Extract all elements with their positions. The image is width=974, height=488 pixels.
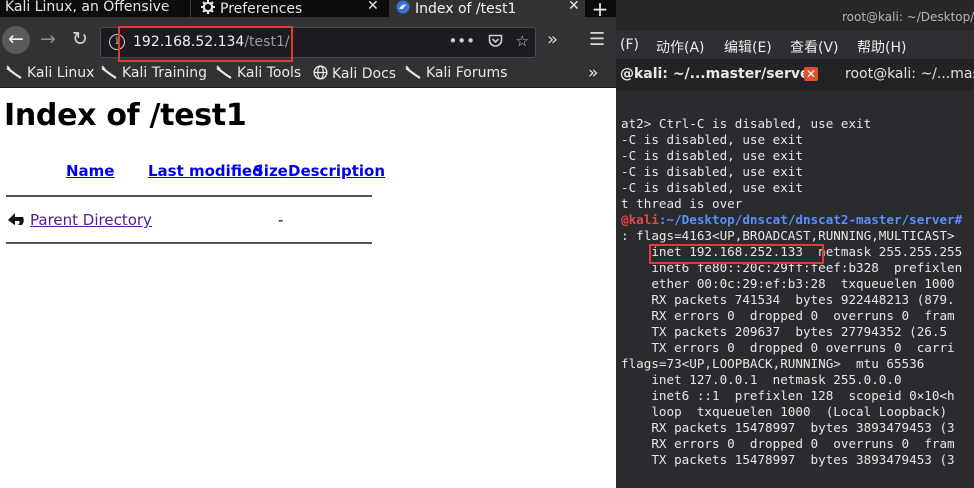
overflow-chevron-icon[interactable]: » xyxy=(547,29,558,50)
column-description-link[interactable]: Description xyxy=(288,162,385,180)
tab-index-of-test1[interactable]: Index of /test1 ✕ xyxy=(389,0,585,17)
menu-file[interactable]: (F) xyxy=(620,37,639,53)
browser-window: Kali Linux, an Offensive Preferences ✕ I… xyxy=(0,0,616,488)
terminal-line: -C is disabled, use exit xyxy=(621,180,803,195)
bookmark-star-icon[interactable]: ☆ xyxy=(516,32,529,50)
terminal-tab-server[interactable]: @kali: ~/...master/server xyxy=(620,66,816,82)
terminal-line: : flags=4163<UP,BROADCAST,RUNNING,MULTIC… xyxy=(621,228,955,243)
kali-dragon-icon xyxy=(6,65,23,83)
column-name-link[interactable]: Name xyxy=(66,162,114,180)
menu-view[interactable]: 查看(V) xyxy=(790,37,839,57)
terminal-output[interactable]: at2> Ctrl-C is disabled, use exit -C is d… xyxy=(616,90,974,488)
tab-label: Preferences xyxy=(220,1,303,17)
terminal-menubar: (F) 动作(A) 编辑(E) 查看(V) 帮助(H) xyxy=(616,31,974,59)
page-actions-icon[interactable]: ••• xyxy=(448,32,475,50)
forward-button[interactable]: → xyxy=(34,26,62,54)
url-highlight-box xyxy=(118,26,293,62)
menu-edit[interactable]: 编辑(E) xyxy=(724,37,772,57)
close-tab-icon[interactable]: ✕ xyxy=(568,0,580,14)
terminal-line: -C is disabled, use exit xyxy=(621,148,803,163)
terminal-line: RX errors 0 dropped 0 overruns 0 fram xyxy=(621,436,955,451)
column-size-link[interactable]: Size xyxy=(253,162,288,180)
size-value: - xyxy=(278,211,284,229)
terminal-line: RX packets 741534 bytes 922448213 (879. xyxy=(621,292,955,307)
divider xyxy=(6,242,372,244)
tab-label: Kali Linux, an Offensive xyxy=(5,0,170,15)
bookmark-kali-forums[interactable]: Kali Forums xyxy=(405,65,507,83)
menu-hamburger-icon[interactable]: ☰ xyxy=(589,29,605,50)
terminal-line: inet6 ::1 prefixlen 128 scopeid 0×10<h xyxy=(621,388,955,403)
terminal-line: RX errors 0 dropped 0 overruns 0 fram xyxy=(621,308,955,323)
back-arrow-icon xyxy=(6,209,26,233)
kali-dragon-icon xyxy=(101,65,118,83)
kali-dragon-icon xyxy=(216,65,233,83)
terminal-line: TX errors 0 dropped 0 overruns 0 carri xyxy=(621,340,955,355)
terminal-line: RX packets 15478997 bytes 3893479453 (3 xyxy=(621,420,955,435)
bookmark-kali-docs[interactable]: Kali Docs xyxy=(313,65,396,84)
tab-kali-linux[interactable]: Kali Linux, an Offensive xyxy=(0,0,188,17)
bookmarks-overflow-icon[interactable]: » xyxy=(588,63,598,83)
column-last-modified-link[interactable]: Last modified xyxy=(148,162,263,180)
tab-preferences[interactable]: Preferences ✕ xyxy=(190,0,386,17)
page-title: Index of /test1 xyxy=(4,98,247,133)
terminal-prompt: @kali:~/Desktop/dnscat/dnscat2-master/se… xyxy=(621,212,963,227)
pocket-icon[interactable] xyxy=(488,32,508,50)
bookmark-kali-linux[interactable]: Kali Linux xyxy=(6,65,94,83)
window-title: root@kali: ~/Desktop/dr xyxy=(842,10,974,24)
close-tab-icon[interactable]: ✕ xyxy=(367,0,379,14)
bookmark-kali-tools[interactable]: Kali Tools xyxy=(216,65,301,83)
menu-help[interactable]: 帮助(H) xyxy=(857,37,906,57)
kali-dragon-icon xyxy=(396,0,410,17)
terminal-line: -C is disabled, use exit xyxy=(621,164,803,179)
terminal-line: loop txqueuelen 1000 (Local Loopback) xyxy=(621,404,948,419)
divider xyxy=(6,195,372,197)
kali-dragon-icon xyxy=(405,65,422,83)
terminal-line: at2> Ctrl-C is disabled, use exit xyxy=(621,116,872,131)
gear-icon xyxy=(201,0,215,17)
terminal-line: flags=73<UP,LOOPBACK,RUNNING> mtu 65536 xyxy=(621,356,925,371)
parent-directory-link[interactable]: Parent Directory xyxy=(30,211,152,229)
terminal-line: TX packets 209637 bytes 27794352 (26.5 xyxy=(621,324,948,339)
close-tab-icon[interactable]: ✕ xyxy=(804,67,818,81)
terminal-line: -C is disabled, use exit xyxy=(621,132,803,147)
globe-icon xyxy=(313,65,328,84)
new-tab-button[interactable]: + xyxy=(588,0,612,17)
reload-button[interactable]: ↻ xyxy=(66,26,94,54)
terminal-line: inet 127.0.0.1 netmask 255.0.0.0 xyxy=(621,372,902,387)
page-content: Index of /test1 Name Last modified Size … xyxy=(0,88,616,488)
bookmarks-toolbar: Kali Linux Kali Training Kali Tools Kali… xyxy=(0,63,616,88)
terminal-line: ether 00:0c:29:ef:b3:28 txqueuelen 1000 xyxy=(621,276,955,291)
tab-label: Index of /test1 xyxy=(415,1,517,17)
tab-bar: Kali Linux, an Offensive Preferences ✕ I… xyxy=(0,0,616,17)
terminal-line: TX packets 15478997 bytes 3893479453 (3 xyxy=(621,452,955,467)
terminal-tabs: @kali: ~/...master/server ✕ root@kali: ~… xyxy=(616,59,974,90)
bookmark-kali-training[interactable]: Kali Training xyxy=(101,65,207,83)
back-button[interactable]: ← xyxy=(2,26,30,54)
terminal-titlebar: root@kali: ~/Desktop/dr xyxy=(616,0,974,31)
inet-highlight-box xyxy=(649,244,824,264)
navigation-toolbar: ← → ↻ i 192.168.52.134/test1/ ••• ☆ » ☰ xyxy=(0,17,616,63)
terminal-tab-master[interactable]: root@kali: ~/...master xyxy=(845,66,974,82)
terminal-line: t thread is over xyxy=(621,196,743,211)
menu-actions[interactable]: 动作(A) xyxy=(656,37,705,57)
